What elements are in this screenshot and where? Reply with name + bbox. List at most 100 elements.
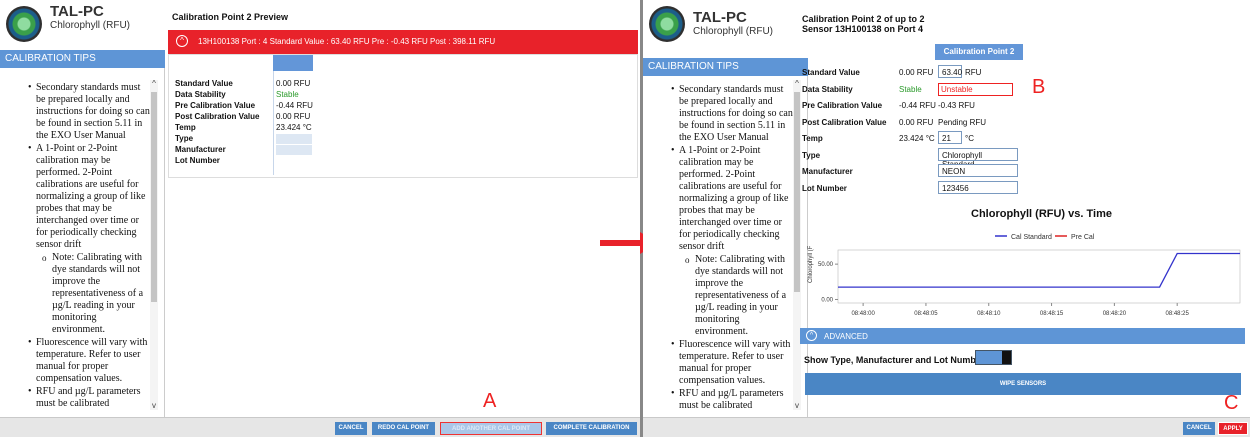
x-tick-label: 08:48:20: [1103, 311, 1127, 317]
detail-label: Temp: [802, 134, 823, 143]
current-value: 0.00 RFU: [899, 117, 934, 127]
complete-calibration-button[interactable]: COMPLETE CALIBRATION: [546, 422, 637, 435]
footer-bar: CANCEL APPLY: [643, 417, 1250, 437]
tip-item: Fluorescence will vary with temperature.…: [671, 339, 793, 387]
plot-area: [837, 249, 1241, 304]
detail-value: Stable: [276, 90, 299, 99]
left-window: TAL-PC Chlorophyll (RFU) CALIBRATION TIP…: [0, 0, 640, 437]
chevron-up-circle-icon[interactable]: ^: [176, 35, 188, 47]
y-tick-label: 0.00: [821, 297, 833, 303]
detail-label: Pre Calibration Value: [802, 101, 883, 110]
app-header: TAL-PC Chlorophyll (RFU): [0, 0, 165, 50]
apply-button[interactable]: APPLY: [1218, 422, 1248, 435]
chevron-up-circle-icon[interactable]: ^: [806, 330, 817, 341]
app-subtitle: Chlorophyll (RFU): [693, 26, 774, 37]
y-axis-label: Chlorophyll (F: [808, 245, 814, 283]
detail-value: 0.00 RFU: [276, 112, 311, 121]
detail-value: 0.00 RFU: [276, 79, 311, 88]
current-value: 23.424 °C: [899, 134, 935, 143]
cancel-button[interactable]: CANCEL: [335, 422, 367, 435]
tip-item: A 1-Point or 2-Point calibration may be …: [671, 145, 793, 253]
tip-item: A 1-Point or 2-Point calibration may be …: [28, 143, 150, 251]
scroll-down-icon[interactable]: v: [793, 402, 801, 410]
footer-bar: CANCEL REDO CAL POINT ADD ANOTHER CAL PO…: [0, 417, 640, 437]
x-tick-label: 08:48:15: [1040, 311, 1064, 317]
standard-value-input[interactable]: 63.40: [938, 65, 962, 78]
tip-subitem: Note: Calibrating with dye standards wil…: [685, 254, 793, 338]
x-tick-label: 08:48:25: [1166, 311, 1190, 317]
tips-body: Secondary standards must be prepared loc…: [643, 76, 808, 426]
x-tick-label: 08:48:00: [851, 311, 875, 317]
detail-label: Lot Number: [802, 183, 847, 193]
x-tick-label: 08:48:05: [914, 311, 938, 317]
detail-label: Post Calibration Value: [175, 112, 260, 121]
cal-point-column-header: [273, 55, 313, 71]
add-another-cal-point-button[interactable]: ADD ANOTHER CAL POINT: [440, 422, 542, 435]
chart-title: Chlorophyll (RFU) vs. Time: [971, 208, 1112, 220]
redo-cal-point-button[interactable]: REDO CAL POINT: [372, 422, 435, 435]
detail-label: Pre Calibration Value: [175, 101, 256, 110]
legend-label: Cal Standard: [1011, 234, 1052, 241]
current-value: -0.44 RFU: [899, 101, 936, 110]
cal-point-column-header: Calibration Point 2: [935, 44, 1023, 60]
y-tick-label: 50.00: [818, 262, 834, 268]
unit-label: °C: [965, 134, 974, 143]
sensor-port-subtitle: Sensor 13H100138 on Port 4: [802, 24, 924, 34]
detail-label: Lot Number: [175, 156, 220, 165]
content-title: Calibration Point 2 Preview: [172, 12, 289, 22]
callout-a: A: [483, 390, 497, 412]
sensor-logo-icon: [6, 6, 42, 42]
calibration-banner[interactable]: ^ 13H100138 Port : 4 Standard Value : 63…: [168, 30, 638, 54]
app-header: TAL-PC Chlorophyll (RFU): [643, 0, 808, 50]
scroll-up-icon[interactable]: ^: [793, 80, 801, 88]
tips-scrollbar[interactable]: ^ v: [150, 80, 158, 410]
advanced-label: ADVANCED: [824, 332, 868, 341]
tip-item: Secondary standards must be prepared loc…: [671, 84, 793, 144]
show-type-label: Show Type, Manufacturer and Lot Number: [804, 355, 985, 365]
tip-item: Secondary standards must be prepared loc…: [28, 82, 150, 142]
legend-label: Pre Cal: [1071, 234, 1095, 241]
callout-c: C: [1224, 392, 1239, 414]
tip-item: RFU and µg/L parameters must be calibrat…: [28, 386, 150, 410]
calibration-details: Standard Value 0.00 RFU Data Stability Stab…: [168, 54, 638, 178]
app-title: TAL-PC: [50, 3, 104, 20]
detail-label: Temp: [175, 123, 196, 132]
detail-label: Post Calibration Value: [802, 117, 887, 127]
scroll-down-icon[interactable]: v: [150, 402, 158, 410]
toggle-knob: [1002, 351, 1011, 364]
detail-value: -0.44 RFU: [276, 101, 313, 110]
unit-label: RFU: [965, 68, 982, 77]
tip-item: Fluorescence will vary with temperature.…: [28, 337, 150, 385]
calibration-point-title: Calibration Point 2 of up to 2: [802, 14, 925, 24]
tips-body: Secondary standards must be prepared loc…: [0, 68, 165, 418]
detail-value: 23.424 °C: [276, 123, 312, 132]
detail-label: Data Stability: [802, 84, 853, 94]
temp-input[interactable]: 21: [938, 131, 962, 144]
current-value: Stable: [899, 84, 922, 94]
cancel-button[interactable]: CANCEL: [1183, 422, 1215, 435]
detail-label: Type: [175, 134, 194, 143]
stability-status: Unstable: [938, 82, 1013, 96]
detail-label: Standard Value: [175, 79, 233, 88]
advanced-section-toggle[interactable]: ^ ADVANCED: [800, 328, 1245, 344]
callout-b: B: [1032, 76, 1046, 98]
new-value: Pending RFU: [938, 117, 987, 127]
app-title: TAL-PC: [693, 9, 747, 26]
detail-value: [276, 145, 312, 155]
wipe-sensors-button[interactable]: WIPE SENSORS: [805, 373, 1241, 395]
scroll-up-icon[interactable]: ^: [150, 80, 158, 88]
tips-header: CALIBRATION TIPS: [643, 58, 808, 76]
chlorophyll-chart: Cal Standard Pre Cal 0.00 50.00 Chlorophyll …: [808, 234, 1241, 317]
detail-label: Data Stability: [175, 90, 226, 99]
type-input[interactable]: Chlorophyll Standard: [938, 147, 1018, 169]
sensor-logo-icon: [649, 6, 685, 42]
tips-header: CALIBRATION TIPS: [0, 50, 165, 68]
lot-number-input[interactable]: 123456: [938, 180, 1018, 194]
manufacturer-input[interactable]: NEON: [938, 164, 1018, 177]
detail-label: Type: [802, 150, 821, 160]
detail-label: Manufacturer: [175, 145, 226, 154]
scroll-thumb[interactable]: [151, 92, 157, 302]
show-type-toggle[interactable]: [975, 350, 1012, 365]
new-value: -0.43 RFU: [938, 101, 975, 110]
tip-item: RFU and µg/L parameters must be calibrat…: [671, 388, 793, 412]
